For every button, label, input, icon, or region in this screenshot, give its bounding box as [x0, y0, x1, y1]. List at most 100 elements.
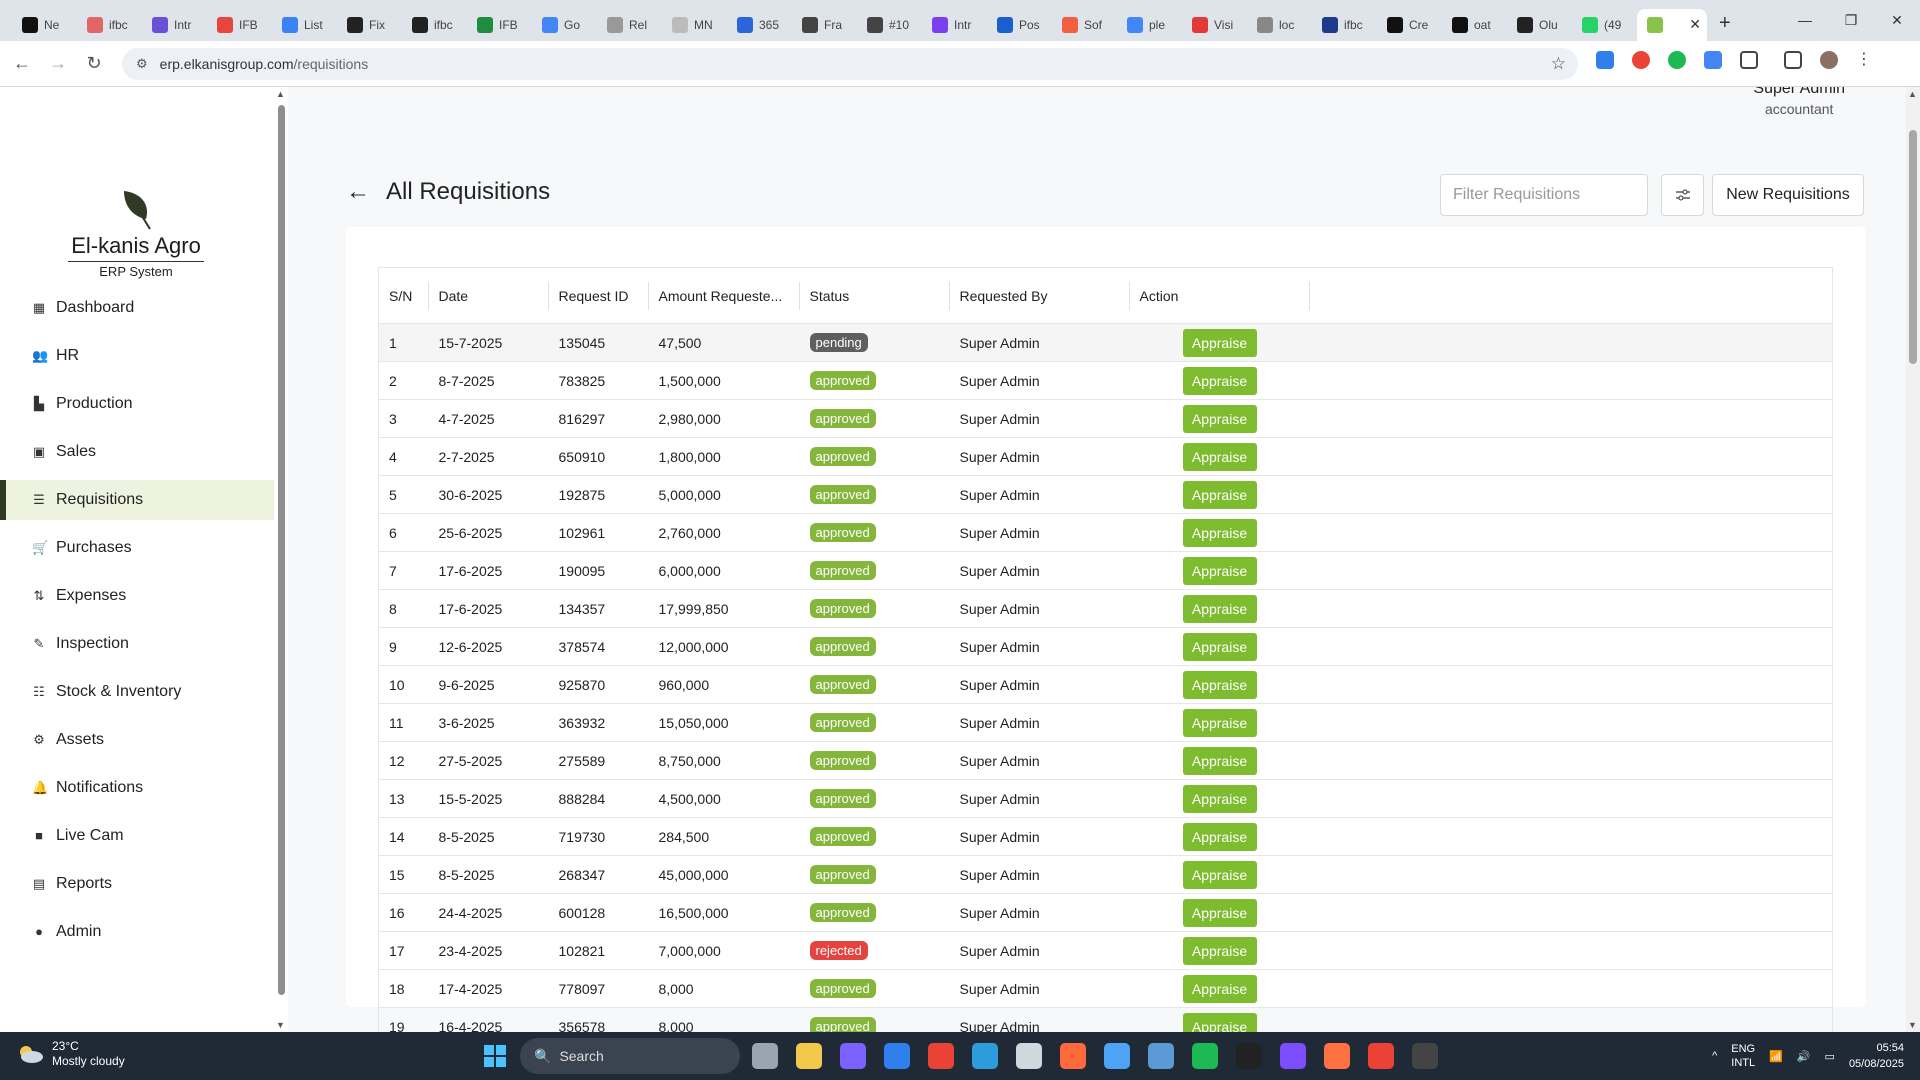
- column-header[interactable]: S/N: [378, 267, 429, 324]
- minimize-icon[interactable]: —: [1782, 0, 1828, 41]
- volume-icon[interactable]: 🔊: [1797, 1050, 1811, 1063]
- close-window-icon[interactable]: ✕: [1874, 0, 1920, 41]
- table-row[interactable]: 12 27-5-2025 275589 8,750,000 approved Super …: [378, 741, 1833, 780]
- table-row[interactable]: 7 17-6-2025 190095 6,000,000 approved Super A…: [378, 551, 1833, 590]
- scroll-down-arrow-icon[interactable]: ▼: [276, 1020, 285, 1030]
- menu-dots-icon[interactable]: ⋮: [1856, 51, 1872, 69]
- sidebar-item-live-cam[interactable]: ■ Live Cam: [0, 816, 274, 856]
- browser-tab[interactable]: Fra: [792, 9, 857, 41]
- table-row[interactable]: 17 23-4-2025 102821 7,000,000 rejected Super …: [378, 931, 1833, 970]
- browser-tab[interactable]: Olu: [1507, 9, 1572, 41]
- browser-tab[interactable]: Visi: [1182, 9, 1247, 41]
- table-row[interactable]: 2 8-7-2025 783825 1,500,000 approved Super Ad…: [378, 361, 1833, 400]
- taskbar-app-icon[interactable]: [1016, 1043, 1042, 1069]
- windows-start-icon[interactable]: [484, 1045, 506, 1067]
- appraise-button[interactable]: Appraise: [1182, 518, 1257, 547]
- browser-tab[interactable]: ple: [1117, 9, 1182, 41]
- back-arrow-icon[interactable]: ←: [346, 178, 370, 206]
- profile-avatar-icon[interactable]: [1820, 51, 1838, 69]
- reload-icon[interactable]: ↻: [76, 53, 112, 74]
- table-row[interactable]: 8 17-6-2025 134357 17,999,850 approved Super …: [378, 589, 1833, 628]
- sidebar-item-reports[interactable]: ▤ Reports: [0, 864, 274, 904]
- browser-tab[interactable]: ifbc: [402, 9, 467, 41]
- appraise-button[interactable]: Appraise: [1182, 670, 1257, 699]
- appraise-button[interactable]: Appraise: [1182, 784, 1257, 813]
- table-row[interactable]: 11 3-6-2025 363932 15,050,000 approved Super …: [378, 703, 1833, 742]
- sidebar-scroll-thumb[interactable]: [278, 105, 285, 995]
- wifi-icon[interactable]: 📶: [1769, 1050, 1783, 1063]
- taskbar-app-icon[interactable]: [1368, 1043, 1394, 1069]
- appraise-button[interactable]: Appraise: [1182, 746, 1257, 775]
- appraise-button[interactable]: Appraise: [1182, 556, 1257, 585]
- table-row[interactable]: 16 24-4-2025 600128 16,500,000 approved Super…: [378, 893, 1833, 932]
- browser-tab[interactable]: Fix: [337, 9, 402, 41]
- browser-tab[interactable]: MN: [662, 9, 727, 41]
- taskbar-app-icon[interactable]: [972, 1043, 998, 1069]
- sidebar-scrollbar[interactable]: ▲ ▼: [274, 87, 288, 1032]
- sidebar-item-dashboard[interactable]: ▦ Dashboard: [0, 288, 274, 328]
- battery-icon[interactable]: ▭: [1825, 1050, 1835, 1063]
- taskbar-app-icon[interactable]: [1060, 1043, 1086, 1069]
- browser-tab[interactable]: ifbc: [77, 9, 142, 41]
- clock[interactable]: 05:54 05/08/2025: [1849, 1040, 1904, 1072]
- browser-tab[interactable]: Sof: [1052, 9, 1117, 41]
- appraise-button[interactable]: Appraise: [1182, 898, 1257, 927]
- address-bar[interactable]: ⚙ erp.elkanisgroup.com/requisitions ☆: [122, 48, 1578, 80]
- sidebar-item-stock-inventory[interactable]: ☷ Stock & Inventory: [0, 672, 274, 712]
- taskbar-app-icon[interactable]: [928, 1043, 954, 1069]
- table-row[interactable]: 15 8-5-2025 268347 45,000,000 approved Super …: [378, 855, 1833, 894]
- extension-4-icon[interactable]: [1704, 51, 1722, 69]
- table-row[interactable]: 18 17-4-2025 778097 8,000 approved Super Admi…: [378, 969, 1833, 1008]
- power-extension-icon[interactable]: [1668, 51, 1686, 69]
- page-scroll-down-arrow-icon[interactable]: ▼: [1908, 1020, 1917, 1030]
- browser-tab[interactable]: (49: [1572, 9, 1637, 41]
- browser-tab[interactable]: oat: [1442, 9, 1507, 41]
- taskbar-app-icon[interactable]: [1192, 1043, 1218, 1069]
- new-requisitions-button[interactable]: New Requisitions: [1712, 174, 1864, 216]
- browser-tab[interactable]: Intr: [922, 9, 987, 41]
- browser-tab[interactable]: ✕: [1637, 8, 1707, 41]
- taskbar-app-icon[interactable]: [752, 1043, 778, 1069]
- table-row[interactable]: 5 30-6-2025 192875 5,000,000 approved Super A…: [378, 475, 1833, 514]
- browser-tab[interactable]: loc: [1247, 9, 1312, 41]
- column-header[interactable]: Requested By: [949, 267, 1130, 324]
- browser-tab[interactable]: Go: [532, 9, 597, 41]
- filter-settings-button[interactable]: [1661, 174, 1704, 216]
- appraise-button[interactable]: Appraise: [1182, 632, 1257, 661]
- appraise-button[interactable]: Appraise: [1182, 936, 1257, 965]
- sidebar-item-hr[interactable]: 👥 HR: [0, 336, 274, 376]
- taskbar-app-icon[interactable]: [1236, 1043, 1262, 1069]
- sidebar-item-production[interactable]: ▙ Production: [0, 384, 274, 424]
- sidebar-item-sales[interactable]: ▣ Sales: [0, 432, 274, 472]
- taskbar-search[interactable]: 🔍 Search: [520, 1038, 740, 1074]
- column-header[interactable]: Amount Requeste...: [648, 267, 800, 324]
- table-row[interactable]: 6 25-6-2025 102961 2,760,000 approved Super A…: [378, 513, 1833, 552]
- weather-widget[interactable]: 23°C Mostly cloudy: [16, 1039, 125, 1069]
- browser-tab[interactable]: Rel: [597, 9, 662, 41]
- new-tab-button[interactable]: +: [1719, 12, 1731, 35]
- page-scroll-thumb[interactable]: [1909, 130, 1917, 364]
- browser-tab[interactable]: IFB: [207, 9, 272, 41]
- browser-tab[interactable]: Intr: [142, 9, 207, 41]
- appraise-button[interactable]: Appraise: [1182, 480, 1257, 509]
- browser-tab[interactable]: ifbc: [1312, 9, 1377, 41]
- page-scroll-up-arrow-icon[interactable]: ▲: [1908, 89, 1917, 99]
- taskbar-app-icon[interactable]: [840, 1043, 866, 1069]
- appraise-button[interactable]: Appraise: [1182, 860, 1257, 889]
- column-header[interactable]: Date: [428, 267, 549, 324]
- table-row[interactable]: 10 9-6-2025 925870 960,000 approved Super Adm…: [378, 665, 1833, 704]
- sidebar-item-admin[interactable]: ● Admin: [0, 912, 274, 952]
- browser-tab[interactable]: Ne: [12, 9, 77, 41]
- appraise-button[interactable]: Appraise: [1182, 442, 1257, 471]
- table-row[interactable]: 13 15-5-2025 888284 4,500,000 approved Super …: [378, 779, 1833, 818]
- appraise-button[interactable]: Appraise: [1182, 708, 1257, 737]
- sidebar-item-purchases[interactable]: 🛒 Purchases: [0, 528, 274, 568]
- filter-requisitions-input[interactable]: [1440, 174, 1648, 216]
- forward-nav-icon[interactable]: →: [40, 53, 76, 74]
- site-info-icon[interactable]: ⚙: [136, 56, 148, 72]
- table-row[interactable]: 3 4-7-2025 816297 2,980,000 approved Super Ad…: [378, 399, 1833, 438]
- column-header[interactable]: Action: [1129, 267, 1310, 324]
- column-header[interactable]: Status: [799, 267, 950, 324]
- appraise-button[interactable]: Appraise: [1182, 1012, 1257, 1032]
- page-scrollbar[interactable]: ▲ ▼: [1906, 87, 1920, 1032]
